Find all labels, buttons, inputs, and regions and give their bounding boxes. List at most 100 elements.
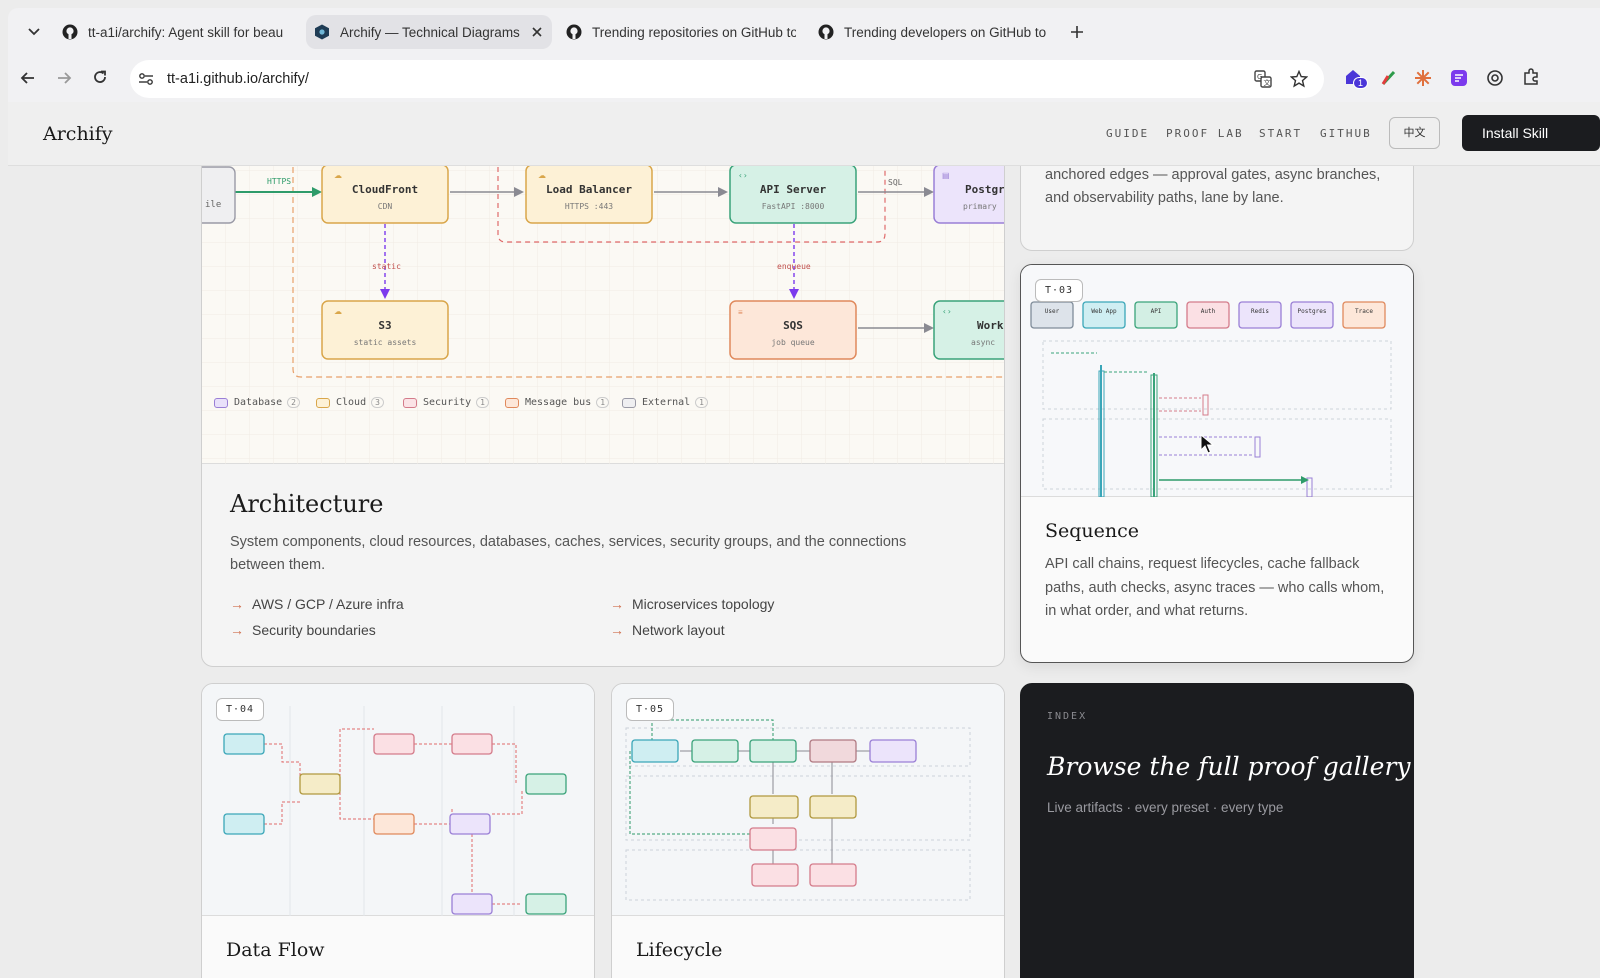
bookmark-star-icon[interactable] — [1290, 70, 1308, 88]
legend-swatch — [316, 397, 330, 408]
bullet-network-layout: → Network layout — [610, 622, 725, 638]
index-label: INDEX — [1047, 711, 1088, 722]
site-header: Archify GUIDE PROOF LAB START GITHUB 中文 … — [8, 102, 1600, 166]
swimlane-card[interactable]: anchored edges — approval gates, async b… — [1020, 166, 1414, 251]
extensions-puzzle-icon[interactable] — [1522, 68, 1540, 86]
extension-openai-icon[interactable] — [1486, 69, 1504, 87]
left-node-label: ile — [205, 200, 221, 210]
translate-icon[interactable]: G文 — [1254, 70, 1272, 88]
site-logo[interactable]: Archify — [43, 123, 113, 145]
legend-swatch — [403, 397, 417, 408]
sequence-participant — [1186, 301, 1230, 329]
sequence-participant — [1290, 301, 1334, 329]
svg-text:API Server: API Server — [760, 183, 827, 196]
nav-start[interactable]: START — [1259, 127, 1302, 140]
legend-label: Cloud — [336, 397, 367, 408]
lifecycle-card[interactable]: T·05 Lifecycle — [611, 683, 1005, 978]
tab-search-icon[interactable] — [28, 27, 40, 37]
node-postgres: ▤ Postgr primary — [933, 166, 1004, 224]
language-toggle-label: 中文 — [1403, 127, 1426, 139]
bullet-microservices: → Microservices topology — [610, 596, 774, 612]
node-worker: ‹› Work async — [933, 300, 1004, 360]
sequence-participant — [1134, 301, 1178, 329]
svg-text:HTTPS :443: HTTPS :443 — [565, 202, 613, 211]
github-icon — [818, 24, 834, 40]
browser-tab-strip: tt-a1i/archify: Agent skill for beau Arc… — [8, 8, 1600, 56]
legend-count: 1 — [596, 397, 610, 408]
https-edge-label: HTTPS — [267, 177, 291, 186]
address-bar[interactable]: tt-a1i.github.io/archify/ G文 — [130, 60, 1324, 98]
install-skill-button[interactable]: Install Skill — [1462, 115, 1600, 151]
legend-external: External 1 — [622, 397, 708, 408]
reload-icon[interactable] — [92, 69, 108, 85]
tab-title: Trending developers on GitHub to — [844, 24, 1047, 40]
lifecycle-title: Lifecycle — [636, 939, 723, 961]
sequence-description: API call chains, request lifecycles, cac… — [1045, 556, 1385, 619]
tab-trending-repos[interactable]: Trending repositories on GitHub to — [566, 15, 806, 49]
tab-trending-devs[interactable]: Trending developers on GitHub to — [818, 15, 1058, 49]
extension-badge-icon[interactable]: 1 — [1344, 68, 1369, 90]
sequence-participant — [1342, 301, 1386, 329]
sequence-title: Sequence — [1045, 520, 1140, 542]
nav-guide[interactable]: GUIDE — [1106, 127, 1149, 140]
cloud-icon: ☁ — [334, 171, 342, 180]
svg-text:G: G — [1257, 73, 1262, 81]
sequence-card[interactable]: User Web App API Auth Redis Postgres Trace — [1020, 264, 1414, 663]
cloud-icon: ☁ — [538, 171, 546, 180]
svg-text:static assets: static assets — [354, 338, 417, 347]
static-edge-label: static — [372, 262, 401, 271]
arrow-right-icon: → — [610, 622, 624, 638]
nav-github[interactable]: GITHUB — [1320, 127, 1372, 140]
svg-text:async: async — [971, 338, 995, 347]
legend-security: Security 1 — [403, 397, 489, 408]
extension-sun-icon[interactable] — [1414, 69, 1432, 87]
proof-gallery-subtitle: Live artifacts · every preset · every ty… — [1047, 800, 1284, 815]
url-text: tt-a1i.github.io/archify/ — [167, 71, 309, 87]
legend-label: External — [642, 397, 691, 408]
nav-proof-lab[interactable]: PROOF LAB — [1166, 127, 1244, 140]
legend-label: Security — [423, 397, 472, 408]
enqueue-edge-label: enqueue — [777, 262, 811, 271]
sequence-participant-label: Postgres — [1298, 308, 1327, 315]
sequence-participant-label: Trace — [1355, 308, 1373, 315]
database-icon: ▤ — [942, 171, 950, 180]
svg-text:Load Balancer: Load Balancer — [546, 183, 632, 196]
sequence-participant — [1082, 301, 1126, 329]
node-api-server: ‹› API Server FastAPI :8000 — [729, 166, 857, 224]
architecture-card[interactable]: ile HTTPS SQL static enqueue ☁ CloudFron… — [201, 166, 1005, 667]
node-load-balancer: ☁ Load Balancer HTTPS :443 — [525, 166, 653, 224]
legend-count: 1 — [476, 397, 489, 408]
back-icon[interactable] — [20, 70, 36, 86]
sql-edge-label: SQL — [888, 178, 903, 187]
cloud-icon: ☁ — [334, 307, 342, 316]
arrow-right-icon: → — [610, 596, 624, 612]
svg-text:S3: S3 — [378, 319, 391, 332]
code-icon: ‹› — [942, 307, 952, 316]
dataflow-title: Data Flow — [226, 939, 325, 961]
legend-count: 2 — [287, 397, 300, 408]
browser-toolbar: tt-a1i.github.io/archify/ G文 1 — [8, 56, 1600, 102]
sequence-participant — [1238, 301, 1282, 329]
new-tab-icon[interactable] — [1070, 25, 1084, 39]
tab-title: Archify — Technical Diagrams — [340, 24, 520, 40]
sequence-participant — [1030, 301, 1074, 329]
legend-count: 3 — [371, 397, 384, 408]
proof-gallery-card[interactable]: INDEX Browse the full proof gallery Live… — [1020, 683, 1414, 978]
extension-purple-icon[interactable] — [1450, 69, 1468, 87]
legend-label: Message bus — [525, 397, 592, 408]
site-info-icon[interactable] — [138, 72, 154, 86]
language-toggle-button[interactable]: 中文 — [1389, 117, 1440, 149]
forward-icon[interactable] — [56, 70, 72, 86]
dataflow-diagram: T·04 — [202, 684, 594, 916]
tab-archify-repo[interactable]: tt-a1i/archify: Agent skill for beau — [62, 15, 302, 49]
sequence-participant-label: Redis — [1251, 308, 1269, 315]
extension-feather-icon[interactable] — [1380, 69, 1398, 87]
tab-archify-site[interactable]: Archify — Technical Diagrams — [306, 15, 552, 49]
architecture-title: Architecture — [230, 490, 384, 518]
legend-database: Database 2 — [214, 397, 300, 408]
dataflow-card[interactable]: T·04 Data Flow — [201, 683, 595, 978]
bullet-security-boundaries: → Security boundaries — [230, 622, 376, 638]
legend-swatch — [214, 397, 228, 408]
close-tab-icon[interactable] — [532, 27, 542, 37]
node-sqs: ≡ SQS job queue — [729, 300, 857, 360]
